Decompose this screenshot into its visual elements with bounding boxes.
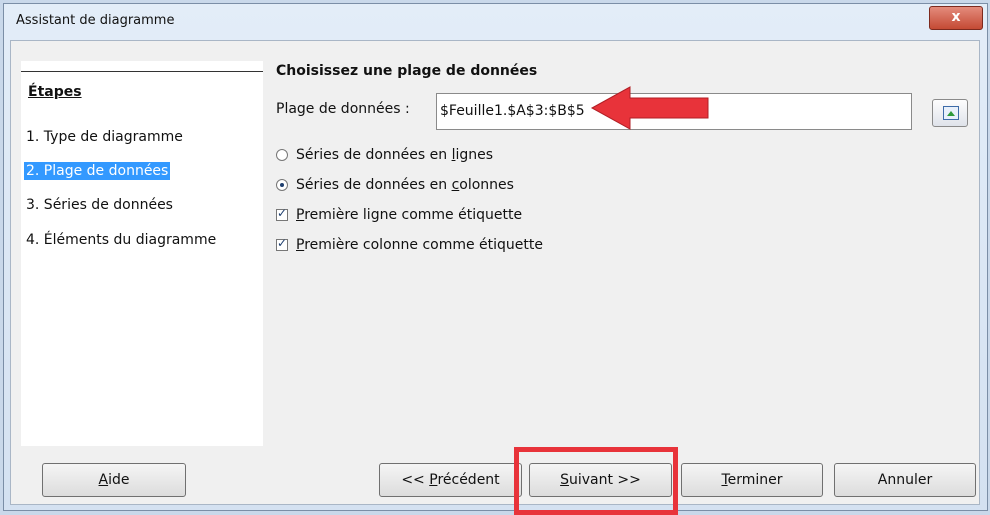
select-range-icon (943, 106, 959, 120)
radio-rows[interactable] (276, 149, 288, 161)
series-in-columns-label: Séries de données en colonnes (296, 177, 514, 193)
steps-heading: Étapes (28, 84, 82, 100)
first-column-label-option[interactable]: Première colonne comme étiquette (276, 236, 544, 253)
checkbox-first-row[interactable] (276, 206, 288, 221)
checkbox-first-column[interactable] (276, 236, 288, 251)
step-data-series[interactable]: 3. Séries de données (24, 196, 175, 214)
radio-columns[interactable] (276, 179, 288, 191)
range-label: Plage de données : (276, 101, 410, 117)
previous-button[interactable]: << Précédent (379, 463, 522, 497)
chart-wizard-window: Assistant de diagramme x Étapes 1. Type … (3, 3, 988, 511)
first-row-label: Première ligne comme étiquette (296, 207, 523, 223)
close-button[interactable]: x (929, 6, 983, 30)
steps-divider (21, 71, 263, 72)
series-in-columns-option[interactable]: Séries de données en colonnes (276, 177, 514, 193)
select-range-button[interactable] (932, 99, 968, 127)
cancel-button[interactable]: Annuler (834, 463, 976, 497)
step-chart-type[interactable]: 1. Type de diagramme (24, 128, 185, 146)
annotation-arrow (590, 86, 709, 130)
annotation-highlight-box (514, 447, 678, 515)
steps-panel: Étapes 1. Type de diagramme 2. Plage de … (21, 61, 263, 446)
series-in-rows-label: Séries de données en lignes (296, 147, 494, 163)
title-bar: Assistant de diagramme x (4, 4, 987, 40)
series-in-rows-option[interactable]: Séries de données en lignes (276, 147, 493, 163)
wizard-body: Étapes 1. Type de diagramme 2. Plage de … (10, 40, 980, 505)
first-row-label-option[interactable]: Première ligne comme étiquette (276, 206, 523, 223)
first-column-label: Première colonne comme étiquette (296, 237, 544, 253)
close-icon: x (951, 9, 961, 25)
step-chart-elements[interactable]: 4. Éléments du diagramme (24, 231, 218, 249)
window-title: Assistant de diagramme (16, 13, 175, 28)
data-range-value: $Feuille1.$A$3:$B$5 (440, 103, 585, 119)
step-data-range[interactable]: 2. Plage de données (24, 162, 171, 180)
panel-title: Choisissez une plage de données (276, 63, 538, 79)
help-button[interactable]: Aide (42, 463, 186, 497)
finish-button[interactable]: Terminer (681, 463, 823, 497)
